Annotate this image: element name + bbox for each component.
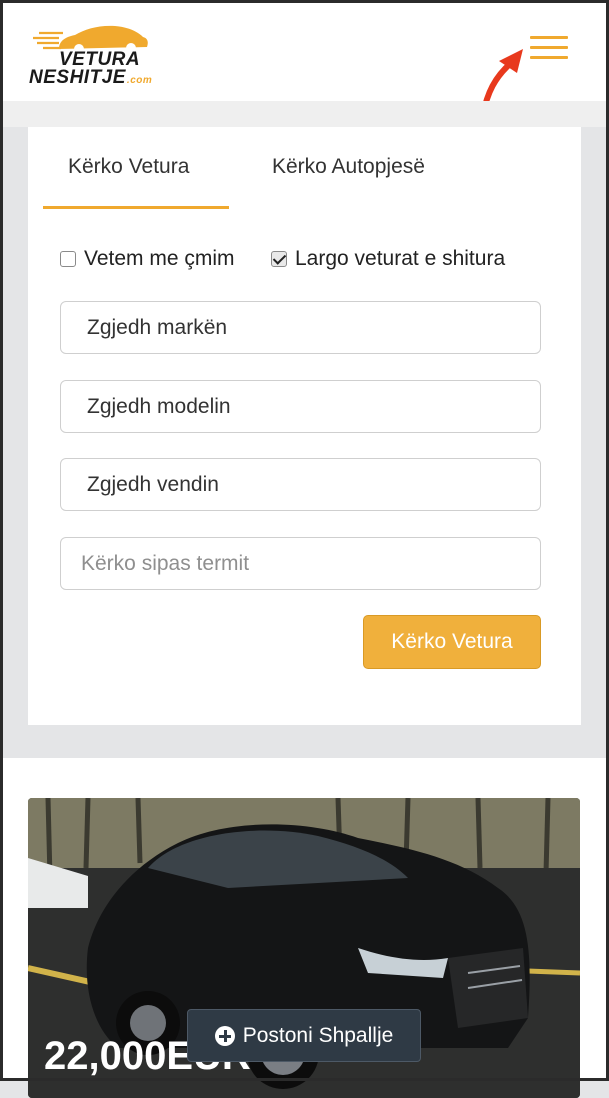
- site-logo[interactable]: VETURA NESHITJE.com: [29, 21, 169, 91]
- hamburger-menu-icon[interactable]: [530, 36, 568, 62]
- search-cars-button[interactable]: Kërko Vetura: [363, 615, 541, 669]
- checkbox-box-checked[interactable]: [271, 251, 287, 267]
- hide-sold-label: Largo veturat e shitura: [295, 247, 506, 270]
- tab-search-parts[interactable]: Kërko Autopjesë: [272, 155, 425, 179]
- only-price-checkbox[interactable]: Vetem me çmim: [60, 247, 235, 271]
- post-ad-button[interactable]: Postoni Shpallje: [187, 1009, 421, 1062]
- filter-checkboxes: Vetem me çmim Largo veturat e shitura: [60, 245, 560, 275]
- brand-select[interactable]: Zgjedh markën: [60, 301, 541, 354]
- search-term-input[interactable]: Kërko sipas termit: [60, 537, 541, 590]
- plus-circle-icon: [214, 1025, 235, 1046]
- search-panel: Kërko Vetura Kërko Autopjesë Vetem me çm…: [28, 127, 581, 725]
- country-select[interactable]: Zgjedh vendin: [60, 458, 541, 511]
- post-ad-label: Postoni Shpallje: [242, 1023, 394, 1047]
- header: VETURA NESHITJE.com: [3, 3, 606, 118]
- tab-search-cars[interactable]: Kërko Vetura: [68, 155, 189, 179]
- model-select[interactable]: Zgjedh modelin: [60, 380, 541, 433]
- logo-text: VETURA NESHITJE.com: [29, 50, 153, 90]
- logo-domain: .com: [126, 75, 153, 86]
- only-price-label: Vetem me çmim: [84, 247, 235, 270]
- checkbox-box[interactable]: [60, 251, 76, 267]
- active-tab-indicator: [43, 206, 229, 209]
- hide-sold-checkbox[interactable]: Largo veturat e shitura: [271, 247, 505, 271]
- header-separator: [3, 101, 606, 127]
- logo-line2: NESHITJE: [29, 67, 126, 88]
